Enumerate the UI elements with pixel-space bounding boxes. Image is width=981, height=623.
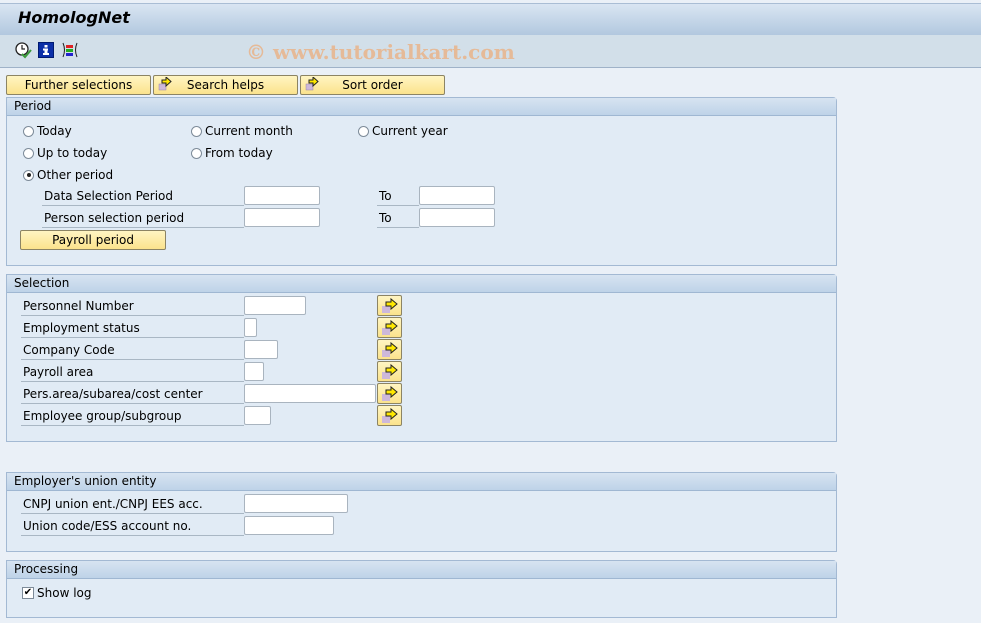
period-group: Period Today Current month Current year …: [6, 97, 837, 266]
title-bar: HomologNet: [0, 3, 981, 36]
radio-button[interactable]: [191, 125, 202, 137]
radio-today[interactable]: Today: [23, 124, 72, 138]
person-selection-to-input[interactable]: [419, 208, 495, 227]
pers-area-label: Pers.area/subarea/cost center: [21, 385, 244, 404]
company-code-label: Company Code: [21, 341, 244, 360]
payroll-area-input[interactable]: [244, 362, 264, 381]
radio-label: Today: [37, 124, 72, 138]
arrow-right-icon: [305, 75, 321, 94]
union-entity-group-title: Employer's union entity: [7, 473, 836, 491]
person-selection-from-input[interactable]: [244, 208, 320, 227]
multiple-selection-button[interactable]: [377, 295, 402, 316]
data-selection-period-label: Data Selection Period: [42, 187, 244, 206]
info-icon[interactable]: [37, 41, 55, 59]
multiple-selection-button[interactable]: [377, 383, 402, 404]
cnpj-union-label: CNPJ union ent./CNPJ EES acc.: [21, 495, 244, 514]
search-helps-button[interactable]: Search helps: [153, 75, 298, 95]
radio-button[interactable]: [191, 147, 202, 159]
payroll-area-label: Payroll area: [21, 363, 244, 382]
selection-group-title: Selection: [7, 275, 836, 293]
radio-button[interactable]: [358, 125, 369, 137]
application-toolbar: © www.tutorialkart.com: [0, 35, 981, 68]
union-entity-group: Employer's union entity CNPJ union ent./…: [6, 472, 837, 552]
employment-status-input[interactable]: [244, 318, 257, 337]
processing-group-title: Processing: [7, 561, 836, 579]
radio-label: Current year: [372, 124, 448, 138]
radio-button[interactable]: [23, 147, 34, 159]
radio-button[interactable]: [23, 125, 34, 137]
radio-current-month[interactable]: Current month: [191, 124, 293, 138]
multiple-selection-icon: [382, 386, 398, 401]
union-code-input[interactable]: [244, 516, 334, 535]
to-label: To: [377, 187, 419, 206]
radio-current-year[interactable]: Current year: [358, 124, 448, 138]
multiple-selection-button[interactable]: [377, 405, 402, 426]
further-selections-button[interactable]: Further selections: [6, 75, 151, 95]
radio-up-to-today[interactable]: Up to today: [23, 146, 107, 160]
multiple-selection-icon: [382, 408, 398, 423]
employment-status-label: Employment status: [21, 319, 244, 338]
data-selection-to-input[interactable]: [419, 186, 495, 205]
multiple-selection-icon: [382, 320, 398, 335]
processing-group: Processing ✔ Show log: [6, 560, 837, 618]
sort-order-label: Sort order: [342, 78, 403, 92]
show-log-checkbox[interactable]: ✔ Show log: [22, 586, 92, 600]
multiple-selection-icon: [382, 298, 398, 313]
to-label: To: [377, 209, 419, 228]
execute-clock-icon[interactable]: [14, 41, 32, 59]
payroll-period-label: Payroll period: [52, 233, 134, 247]
radio-button-selected[interactable]: [23, 169, 34, 181]
window-title: HomologNet: [18, 8, 130, 27]
radio-other-period[interactable]: Other period: [23, 168, 113, 182]
sort-order-button[interactable]: Sort order: [300, 75, 445, 95]
cnpj-union-input[interactable]: [244, 494, 348, 513]
selection-group: Selection Personnel Number Employment st…: [6, 274, 837, 442]
multiple-selection-icon: [382, 364, 398, 379]
multiple-selection-icon: [382, 342, 398, 357]
payroll-period-button[interactable]: Payroll period: [20, 230, 166, 250]
company-code-input[interactable]: [244, 340, 278, 359]
further-selections-label: Further selections: [24, 78, 133, 92]
data-selection-from-input[interactable]: [244, 186, 320, 205]
search-helps-label: Search helps: [186, 78, 265, 92]
period-group-title: Period: [7, 98, 836, 116]
watermark: © www.tutorialkart.com: [246, 40, 515, 64]
radio-label: Other period: [37, 168, 114, 182]
arrow-right-icon: [158, 75, 174, 94]
personnel-number-input[interactable]: [244, 296, 306, 315]
employee-group-label: Employee group/subgroup: [21, 407, 244, 426]
multiple-selection-button[interactable]: [377, 339, 402, 360]
employee-group-input[interactable]: [244, 406, 271, 425]
union-code-label: Union code/ESS account no.: [21, 517, 244, 536]
radio-label: Current month: [205, 124, 293, 138]
radio-from-today[interactable]: From today: [191, 146, 273, 160]
pers-area-input[interactable]: [244, 384, 376, 403]
selection-options-icon[interactable]: [61, 41, 79, 59]
radio-label: Up to today: [37, 146, 108, 160]
multiple-selection-button[interactable]: [377, 361, 402, 382]
person-selection-period-label: Person selection period: [42, 209, 244, 228]
radio-label: From today: [205, 146, 273, 160]
show-log-label: Show log: [37, 586, 92, 600]
multiple-selection-button[interactable]: [377, 317, 402, 338]
checkbox-checked-icon[interactable]: ✔: [22, 587, 34, 599]
personnel-number-label: Personnel Number: [21, 297, 244, 316]
